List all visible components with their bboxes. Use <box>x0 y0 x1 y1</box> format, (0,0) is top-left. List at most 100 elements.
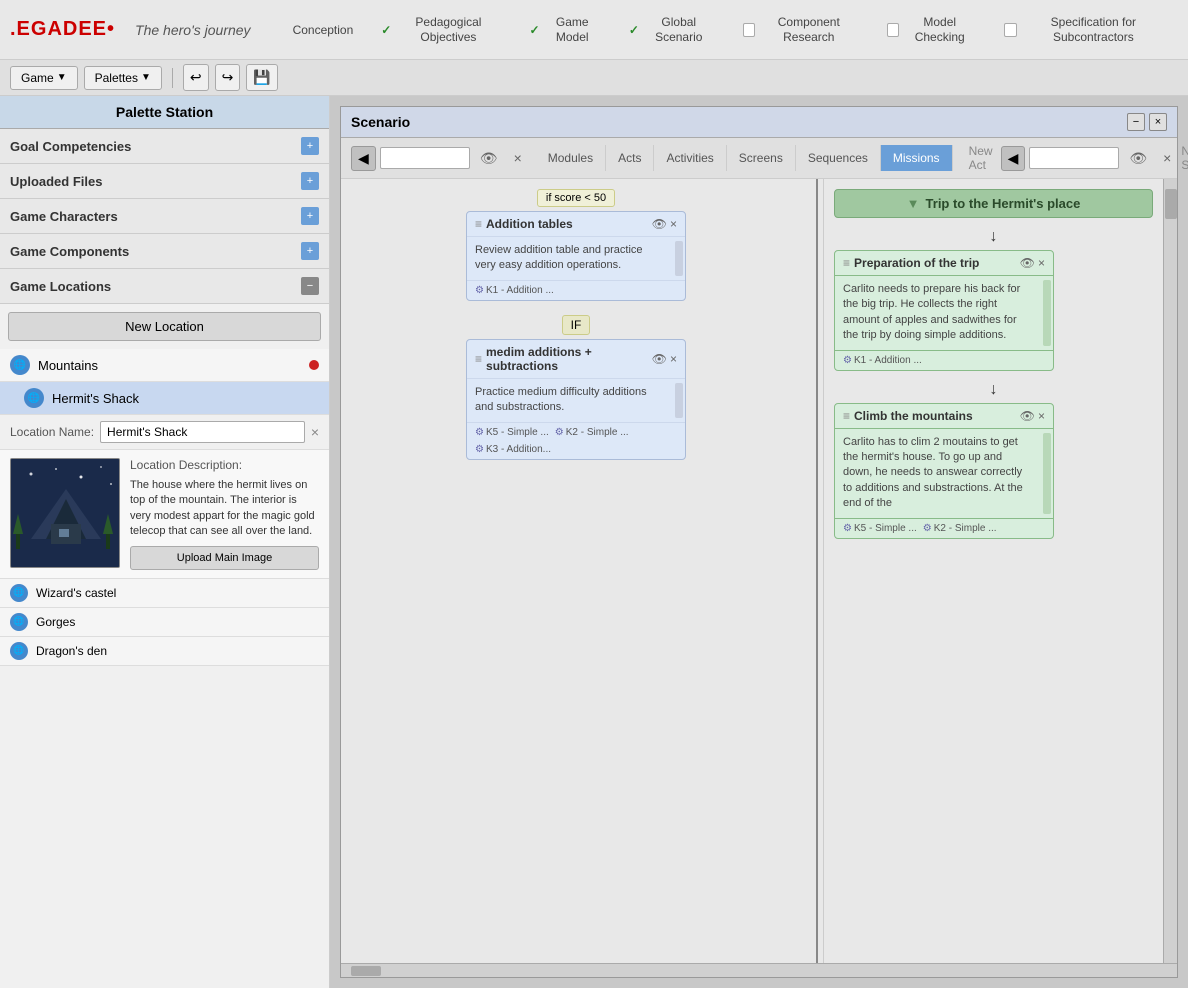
main-layout: Palette Station Goal Competencies + Uplo… <box>0 96 1188 988</box>
section-goal-competencies[interactable]: Goal Competencies + <box>0 129 329 164</box>
undo-button[interactable]: ↩ <box>183 64 209 91</box>
scenario-header-buttons: − × <box>1127 113 1167 131</box>
main-toolbar: Game ▼ Palettes ▼ ↩ ↪ 💾 <box>0 60 1188 96</box>
mountains-globe-icon: 🌐 <box>10 355 30 375</box>
canvas-horizontal-scrollbar[interactable] <box>341 963 1177 977</box>
medium-additions-header: ≡ medim additions + subtractions 👁 × <box>467 340 685 379</box>
climb-mountains-footer: ⚙ K5 - Simple ... ⚙ K2 - Simple ... <box>835 518 1053 538</box>
scenario-minimize-button[interactable]: − <box>1127 113 1145 131</box>
redo-button[interactable]: ↪ <box>215 64 241 91</box>
condition-row: if score < 50 <box>351 189 801 207</box>
gorges-location-item[interactable]: 🌐 Gorges <box>0 608 329 637</box>
medium-additions-scrollbar[interactable] <box>675 383 683 418</box>
tab-acts[interactable]: Acts <box>606 145 654 171</box>
tab-activities[interactable]: Activities <box>654 145 726 171</box>
canvas-horizontal-scrollbar-thumb[interactable] <box>351 966 381 976</box>
tab-missions[interactable]: Missions <box>881 145 953 171</box>
addition-tables-card: ≡ Addition tables 👁 × Review addition ta… <box>466 211 686 301</box>
addition-tables-close-icon[interactable]: × <box>670 217 677 231</box>
addition-tables-scrollbar[interactable] <box>675 241 683 276</box>
canvas-scrollbar-thumb[interactable] <box>1165 189 1177 219</box>
nav-conception[interactable]: Conception <box>281 17 366 43</box>
location-image <box>10 458 120 568</box>
hermits-shack-location-item[interactable]: 🌐 Hermit's Shack <box>0 382 329 415</box>
medium-additions-eye-icon[interactable]: 👁 <box>652 352 667 366</box>
tab-screens[interactable]: Screens <box>727 145 796 171</box>
location-name-row: Location Name: × <box>0 415 329 450</box>
left-panel: Palette Station Goal Competencies + Uplo… <box>0 96 330 988</box>
nav-global-scenario[interactable]: ✓ Global Scenario <box>617 9 727 50</box>
canvas-left-flow: if score < 50 ≡ Addition tables � <box>341 179 811 963</box>
addition-tables-eye-icon[interactable]: 👁 <box>652 217 667 231</box>
new-act-label: New Act <box>969 144 993 172</box>
addition-tables-footer: ⚙ K1 - Addition ... <box>467 280 685 300</box>
tab-sequences[interactable]: Sequences <box>796 145 881 171</box>
tab-modules[interactable]: Modules <box>536 145 606 171</box>
section-expand-icon[interactable]: + <box>301 137 319 155</box>
preparation-trip-eye-icon[interactable]: 👁 <box>1020 256 1035 270</box>
hermits-shack-globe-icon: 🌐 <box>24 388 44 408</box>
sequence-input[interactable] <box>1029 147 1119 169</box>
sequence-nav-area: ◀ 👁 × New Sequence <box>1001 144 1188 172</box>
medium-additions-card: ≡ medim additions + subtractions 👁 × Pra… <box>466 339 686 460</box>
upload-main-image-button[interactable]: Upload Main Image <box>130 546 319 570</box>
location-description-label: Location Description: <box>130 458 319 472</box>
scenario-header: Scenario − × <box>341 107 1177 138</box>
section-game-locations[interactable]: Game Locations − <box>0 269 329 304</box>
section-uploaded-files[interactable]: Uploaded Files + <box>0 164 329 199</box>
mountains-red-dot <box>309 360 319 370</box>
climb-mountains-eye-icon[interactable]: 👁 <box>1020 409 1035 423</box>
sequence-eye-icon[interactable]: 👁 <box>1123 147 1153 170</box>
wizards-castle-location-item[interactable]: 🌐 Wizard's castel <box>0 579 329 608</box>
section-expand-icon[interactable]: + <box>301 172 319 190</box>
section-game-components[interactable]: Game Components + <box>0 234 329 269</box>
medium-additions-close-icon[interactable]: × <box>670 352 677 366</box>
scenario-eye-icon[interactable]: 👁 <box>474 147 504 170</box>
condition-label: if score < 50 <box>537 189 615 207</box>
addition-tables-card-icons: 👁 × <box>652 217 677 231</box>
mission-triangle-icon: ▼ <box>907 196 920 211</box>
dragons-den-location-item[interactable]: 🌐 Dragon's den <box>0 637 329 666</box>
section-expand-icon[interactable]: + <box>301 242 319 260</box>
climb-mountains-header: ≡ Climb the mountains 👁 × <box>835 404 1053 429</box>
section-expand-icon[interactable]: + <box>301 207 319 225</box>
preparation-trip-scrollbar[interactable] <box>1043 280 1051 346</box>
palettes-menu-button[interactable]: Palettes ▼ <box>84 66 162 90</box>
nav-spec-sub[interactable]: Specification for Subcontractors <box>992 9 1178 50</box>
medium-additions-card-icons: 👁 × <box>652 352 677 366</box>
climb-mountains-scrollbar[interactable] <box>1043 433 1051 514</box>
section-collapse-icon[interactable]: − <box>301 277 319 295</box>
nav-component-research[interactable]: Component Research <box>731 9 871 50</box>
section-game-characters[interactable]: Game Characters + <box>0 199 329 234</box>
save-button[interactable]: 💾 <box>246 64 277 91</box>
preparation-trip-close-icon[interactable]: × <box>1038 256 1045 270</box>
scenario-close-button[interactable]: × <box>1149 113 1167 131</box>
panel-title: Palette Station <box>0 96 329 129</box>
arrow-down-1: ↓ <box>834 228 1153 246</box>
app-title: The hero's journey <box>135 22 251 38</box>
climb-mountains-close-icon[interactable]: × <box>1038 409 1045 423</box>
sequence-close-icon[interactable]: × <box>1157 147 1177 169</box>
nav-pedagogical[interactable]: ✓ Pedagogical Objectives <box>369 9 513 50</box>
new-location-button[interactable]: New Location <box>8 312 321 341</box>
canvas-scrollbar[interactable] <box>1163 179 1177 963</box>
right-content: Scenario − × ◀ 👁 × Modules Acts <box>330 96 1188 988</box>
top-bar: .EGADEE• The hero's journey Conception ✓… <box>0 0 1188 60</box>
location-name-input[interactable] <box>100 421 305 443</box>
nav-game-model[interactable]: ✓ Game Model <box>518 9 613 50</box>
mountains-location-item[interactable]: 🌐 Mountains <box>0 349 329 382</box>
sequence-nav-prev-button[interactable]: ◀ <box>1001 146 1026 171</box>
nav-model-checking[interactable]: Model Checking <box>875 9 989 50</box>
arrow-down-2: ↓ <box>834 381 1153 399</box>
left-nav-area: ◀ 👁 × <box>351 146 528 171</box>
dragons-den-globe-icon: 🌐 <box>10 642 28 660</box>
nav-tabs: Conception ✓ Pedagogical Objectives ✓ Ga… <box>281 9 1178 50</box>
preparation-trip-body: Carlito needs to prepare his back for th… <box>835 276 1041 350</box>
scenario-close-icon[interactable]: × <box>508 147 528 169</box>
game-menu-button[interactable]: Game ▼ <box>10 66 78 90</box>
new-sequence-label: New Sequence <box>1181 144 1188 172</box>
location-name-close-icon[interactable]: × <box>311 424 319 440</box>
preparation-trip-card: ≡ Preparation of the trip 👁 × Carlito ne… <box>834 250 1054 371</box>
scenario-act-input[interactable] <box>380 147 470 169</box>
scenario-nav-prev-button[interactable]: ◀ <box>351 146 376 171</box>
